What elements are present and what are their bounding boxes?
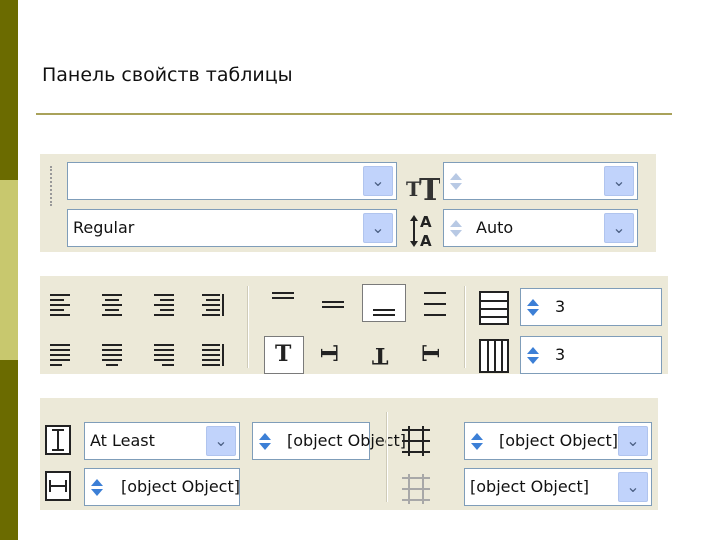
stroke-type-value: [object Object] — [470, 477, 589, 496]
font-style-field[interactable]: Regular ⌄ — [67, 209, 397, 247]
page-title: Панель свойств таблицы — [42, 64, 293, 86]
columns-icon — [478, 338, 510, 374]
column-width-icon — [44, 470, 72, 502]
rotate-text-90-icon[interactable]: T — [315, 345, 341, 361]
column-width-stepper[interactable] — [89, 473, 105, 501]
svg-text:A: A — [420, 213, 432, 231]
column-width-field[interactable]: [object Object] — [84, 468, 240, 506]
chevron-down-icon[interactable]: ⌄ — [206, 426, 236, 456]
rotate-text-0-icon: T — [275, 341, 292, 367]
rotate-text-180-icon[interactable]: T — [372, 342, 388, 368]
columns-stepper[interactable] — [525, 341, 541, 369]
row-height-field[interactable]: [object Object] — [252, 422, 406, 460]
columns-value: 3 — [555, 345, 566, 364]
chevron-down-icon[interactable]: ⌄ — [618, 472, 648, 502]
align-bottom-icon — [373, 293, 395, 316]
rows-icon — [478, 290, 510, 326]
svg-text:A: A — [420, 232, 432, 248]
align-center-icon[interactable] — [102, 294, 124, 316]
justify-all-icon[interactable] — [202, 344, 224, 366]
toolbar-separator — [247, 286, 249, 368]
cell-panel: At Least ⌄ [object Object] [object Objec… — [40, 398, 658, 510]
stroke-weight-value: [object Object] — [499, 431, 618, 450]
align-towards-spine-icon[interactable] — [202, 294, 224, 316]
chevron-down-icon[interactable]: ⌄ — [363, 166, 393, 196]
character-panel: ⌄ Regular ⌄ TT AA ⌄ Auto ⌄ — [40, 154, 656, 252]
sidebar-dark-strip — [0, 0, 18, 180]
chevron-down-icon[interactable]: ⌄ — [618, 426, 648, 456]
title-divider — [36, 113, 672, 115]
rotate-text-270-icon[interactable]: T — [419, 345, 445, 361]
stroke-weight-stepper[interactable] — [469, 427, 485, 455]
rows-value: 3 — [555, 297, 566, 316]
toolbar-separator — [464, 286, 466, 368]
align-middle-icon[interactable] — [322, 292, 344, 314]
align-bottom-button[interactable] — [362, 284, 406, 322]
row-height-stepper[interactable] — [257, 427, 273, 455]
toolbar-separator — [386, 412, 388, 502]
cell-stroke-disabled-icon — [400, 472, 432, 506]
font-size-icon: TT — [406, 168, 442, 208]
column-width-value: [object Object] — [121, 477, 240, 496]
row-height-icon — [44, 424, 72, 456]
gripper-handle[interactable] — [50, 166, 56, 206]
columns-field[interactable]: 3 — [520, 336, 662, 374]
font-size-stepper[interactable] — [448, 167, 464, 195]
justify-right-icon[interactable] — [154, 344, 176, 366]
leading-field[interactable]: Auto ⌄ — [443, 209, 638, 247]
font-style-value: Regular — [73, 218, 135, 237]
row-height-mode-value: At Least — [90, 431, 155, 450]
rotate-0-button[interactable]: T — [264, 336, 304, 374]
align-top-icon[interactable] — [272, 292, 294, 314]
stroke-type-field[interactable]: [object Object] ⌄ — [464, 468, 652, 506]
align-right-icon[interactable] — [154, 294, 176, 316]
rows-field[interactable]: 3 — [520, 288, 662, 326]
rows-stepper[interactable] — [525, 293, 541, 321]
table-panel: T T T T 3 3 — [40, 276, 668, 374]
row-height-mode-field[interactable]: At Least ⌄ — [84, 422, 240, 460]
row-height-value: [object Object] — [287, 431, 406, 450]
leading-stepper[interactable] — [448, 214, 464, 242]
chevron-down-icon[interactable]: ⌄ — [604, 166, 634, 196]
svg-text:T: T — [419, 173, 440, 202]
sidebar-light-strip — [0, 180, 18, 360]
stroke-weight-field[interactable]: [object Object] ⌄ — [464, 422, 652, 460]
sidebar-dark-strip-bottom — [0, 360, 18, 540]
align-left-icon[interactable] — [50, 294, 72, 316]
chevron-down-icon[interactable]: ⌄ — [363, 213, 393, 243]
justify-vertical-icon[interactable] — [424, 292, 446, 316]
justify-left-icon[interactable] — [50, 344, 72, 366]
leading-icon: AA — [408, 212, 442, 250]
cell-stroke-icon[interactable] — [400, 424, 432, 458]
leading-value: Auto — [476, 218, 514, 237]
font-size-field[interactable]: ⌄ — [443, 162, 638, 200]
chevron-down-icon[interactable]: ⌄ — [604, 213, 634, 243]
justify-center-icon[interactable] — [102, 344, 124, 366]
font-family-field[interactable]: ⌄ — [67, 162, 397, 200]
